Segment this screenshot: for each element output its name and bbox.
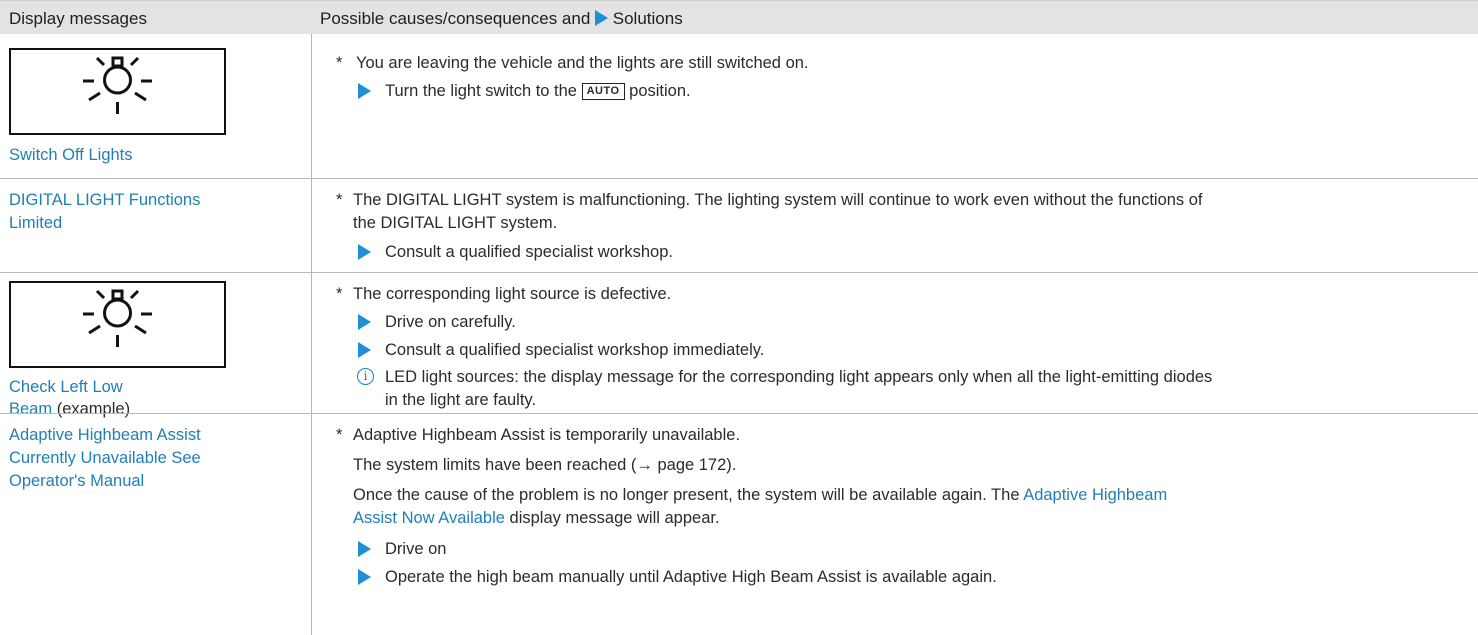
- para-once-cause-line1: Once the cause of the problem is no long…: [353, 484, 1167, 506]
- info-icon: i: [357, 368, 374, 385]
- para-once-cause-line2: Assist Now Available display message wil…: [353, 507, 720, 529]
- solution-arrow-icon: [595, 10, 609, 26]
- para-system-limits: The system limits have been reached (→ p…: [353, 456, 737, 474]
- solution-text: Turn the light switch to the AUTO positi…: [385, 80, 691, 102]
- switch-off-lights-icon-box: [9, 48, 226, 135]
- cause-bullet: *: [336, 54, 343, 72]
- cause-text: Adaptive Highbeam Assist is temporarily …: [353, 426, 741, 444]
- row-divider: [0, 272, 1478, 273]
- solution-arrow-icon: [358, 83, 371, 99]
- cause-text: You are leaving the vehicle and the ligh…: [356, 54, 809, 72]
- solution-arrow-icon: [358, 541, 371, 557]
- check-low-beam-icon-box: [9, 281, 226, 368]
- light-bulb-icon: [83, 56, 152, 114]
- message-digital-light-line2[interactable]: Limited: [9, 212, 62, 234]
- message-check-left-low-beam-link[interactable]: Beam: [9, 400, 52, 418]
- note-text-line2: in the light are faulty.: [385, 391, 537, 409]
- message-adaptive-highbeam-line1[interactable]: Adaptive Highbeam Assist: [9, 424, 201, 446]
- solution-text-1: Drive on: [385, 540, 447, 558]
- solution-text-2: Consult a qualified specialist workshop …: [385, 341, 765, 359]
- row-divider: [0, 178, 1478, 179]
- header-causes: Possible causes/consequences and Solutio…: [320, 9, 683, 29]
- solution-arrow-icon: [358, 569, 371, 585]
- adaptive-highbeam-available-link-2[interactable]: Assist Now Available: [353, 509, 505, 527]
- cause-bullet: *: [336, 426, 343, 444]
- cause-text: The corresponding light source is defect…: [353, 285, 672, 303]
- solution-text-1: Drive on carefully.: [385, 313, 516, 331]
- row-divider: [0, 413, 1478, 414]
- cause-bullet: *: [336, 191, 343, 209]
- cause-bullet: *: [336, 285, 343, 303]
- solution-text-2: Operate the high beam manually until Ada…: [385, 568, 997, 586]
- header-solutions-label: Solutions: [612, 9, 683, 28]
- message-switch-off-lights[interactable]: Switch Off Lights: [9, 144, 133, 166]
- solution-text-post: position.: [629, 82, 691, 100]
- auto-key: AUTO: [581, 83, 625, 100]
- solution-arrow-icon: [358, 314, 371, 330]
- message-check-left-low-beam-line1[interactable]: Check Left Low: [9, 376, 123, 398]
- message-example-suffix: (example): [56, 400, 131, 418]
- para-once-cause-rest: display message will appear.: [509, 509, 720, 527]
- header-causes-label: Possible causes/consequences and: [320, 9, 591, 28]
- solution-text-pre: Turn the light switch to the: [385, 82, 577, 100]
- cause-text-line2: the DIGITAL LIGHT system.: [353, 214, 558, 232]
- message-check-left-low-beam-line2: Beam (example): [9, 398, 130, 420]
- cause-text-line1: The DIGITAL LIGHT system is malfunctioni…: [353, 191, 1203, 209]
- column-divider: [311, 34, 312, 635]
- message-adaptive-highbeam-line2[interactable]: Currently Unavailable See: [9, 447, 201, 469]
- message-adaptive-highbeam-line3[interactable]: Operator's Manual: [9, 470, 144, 492]
- solution-arrow-icon: [358, 244, 371, 260]
- adaptive-highbeam-available-link[interactable]: Adaptive Highbeam: [1023, 486, 1167, 504]
- note-text-line1: LED light sources: the display message f…: [385, 368, 1213, 386]
- table-header: Display messages Possible causes/consequ…: [0, 0, 1478, 34]
- header-display-messages: Display messages: [9, 9, 147, 28]
- solution-arrow-icon: [358, 342, 371, 358]
- para-once-cause-text: Once the cause of the problem is no long…: [353, 486, 1020, 504]
- light-bulb-icon: [83, 289, 152, 347]
- solution-text: Consult a qualified specialist workshop.: [385, 243, 673, 261]
- message-digital-light-line1[interactable]: DIGITAL LIGHT Functions: [9, 189, 200, 211]
